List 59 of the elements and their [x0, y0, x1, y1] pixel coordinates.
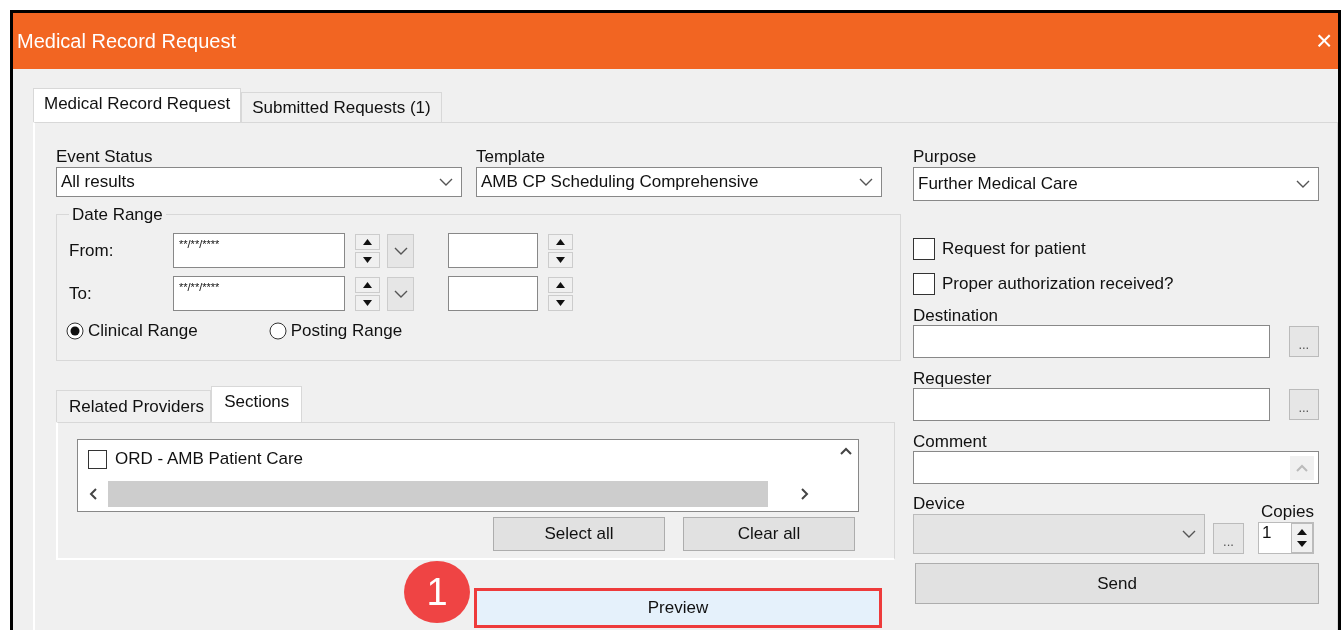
field-label: Purpose — [913, 147, 978, 167]
tab[interactable]: Sections — [211, 386, 303, 422]
field-label: Comment — [913, 433, 988, 451]
copies-spinner[interactable]: 1 — [1258, 522, 1314, 554]
scroll-left-icon — [88, 488, 98, 500]
step-badge: 1 — [404, 561, 470, 623]
chevron-down-icon — [393, 246, 408, 255]
checkbox[interactable] — [88, 449, 107, 469]
field-label: Copies — [1261, 502, 1314, 522]
chevron-down-icon — [393, 289, 408, 298]
dropdown-field[interactable]: Further Medical Care — [913, 167, 1319, 201]
button[interactable]: Select all — [493, 517, 665, 551]
field-label: Destination — [913, 307, 1000, 325]
field-label: Requester — [913, 370, 993, 388]
radio-option[interactable]: Clinical Range — [66, 321, 198, 341]
spin-arrows-icon — [1291, 523, 1313, 553]
checkbox[interactable] — [913, 273, 935, 295]
spin-buttons[interactable] — [355, 233, 380, 268]
radio-option[interactable]: Posting Range — [268, 321, 403, 341]
comment-field[interactable] — [913, 451, 1319, 484]
time-field[interactable] — [448, 233, 538, 268]
field-label: To: — [69, 283, 93, 304]
field-label: Device — [913, 494, 966, 514]
calendar-dropdown-button[interactable] — [387, 276, 414, 311]
spin-buttons[interactable] — [548, 276, 573, 311]
date-field[interactable]: **/**/**** — [173, 276, 345, 311]
chevron-down-icon — [1182, 530, 1196, 538]
dropdown-field[interactable]: All results — [56, 167, 462, 197]
calendar-dropdown-button[interactable] — [387, 233, 414, 268]
chevron-down-icon — [439, 178, 453, 186]
window-title: Medical Record Request — [17, 29, 236, 53]
checkbox[interactable] — [913, 238, 935, 260]
spin-buttons[interactable] — [548, 233, 573, 268]
scroll-up-icon — [1290, 455, 1314, 480]
chevron-down-icon — [1296, 180, 1310, 188]
list-item[interactable]: ORD - AMB Patient Care — [78, 440, 303, 478]
preview-button[interactable]: Preview — [474, 588, 882, 628]
chevron-down-icon — [859, 178, 873, 186]
tab[interactable]: Submitted Requests (1) — [241, 92, 442, 122]
date-field[interactable]: **/**/**** — [173, 233, 345, 268]
scroll-right-icon — [800, 488, 810, 500]
field-label: Event Status — [56, 147, 154, 167]
text-field[interactable] — [913, 325, 1270, 358]
time-field[interactable] — [448, 276, 538, 311]
button[interactable]: Clear all — [683, 517, 855, 551]
browse-button[interactable]: ... — [1288, 389, 1319, 420]
text-field[interactable] — [913, 388, 1270, 421]
checkbox-label: Proper authorization received? — [942, 274, 1174, 294]
spin-buttons[interactable] — [355, 276, 380, 311]
send-button[interactable]: Send — [915, 563, 1319, 604]
tab[interactable]: Medical Record Request — [33, 88, 242, 122]
browse-button[interactable]: ... — [1288, 326, 1319, 357]
dropdown-field[interactable]: AMB CP Scheduling Comprehensive — [476, 167, 882, 197]
scroll-up-icon — [840, 446, 852, 456]
group-title: Date Range — [69, 205, 166, 225]
field-label: Template — [476, 147, 546, 167]
tab[interactable]: Related Providers — [56, 390, 212, 422]
field-label: From: — [69, 240, 115, 261]
checkbox-label: Request for patient — [942, 239, 1086, 259]
